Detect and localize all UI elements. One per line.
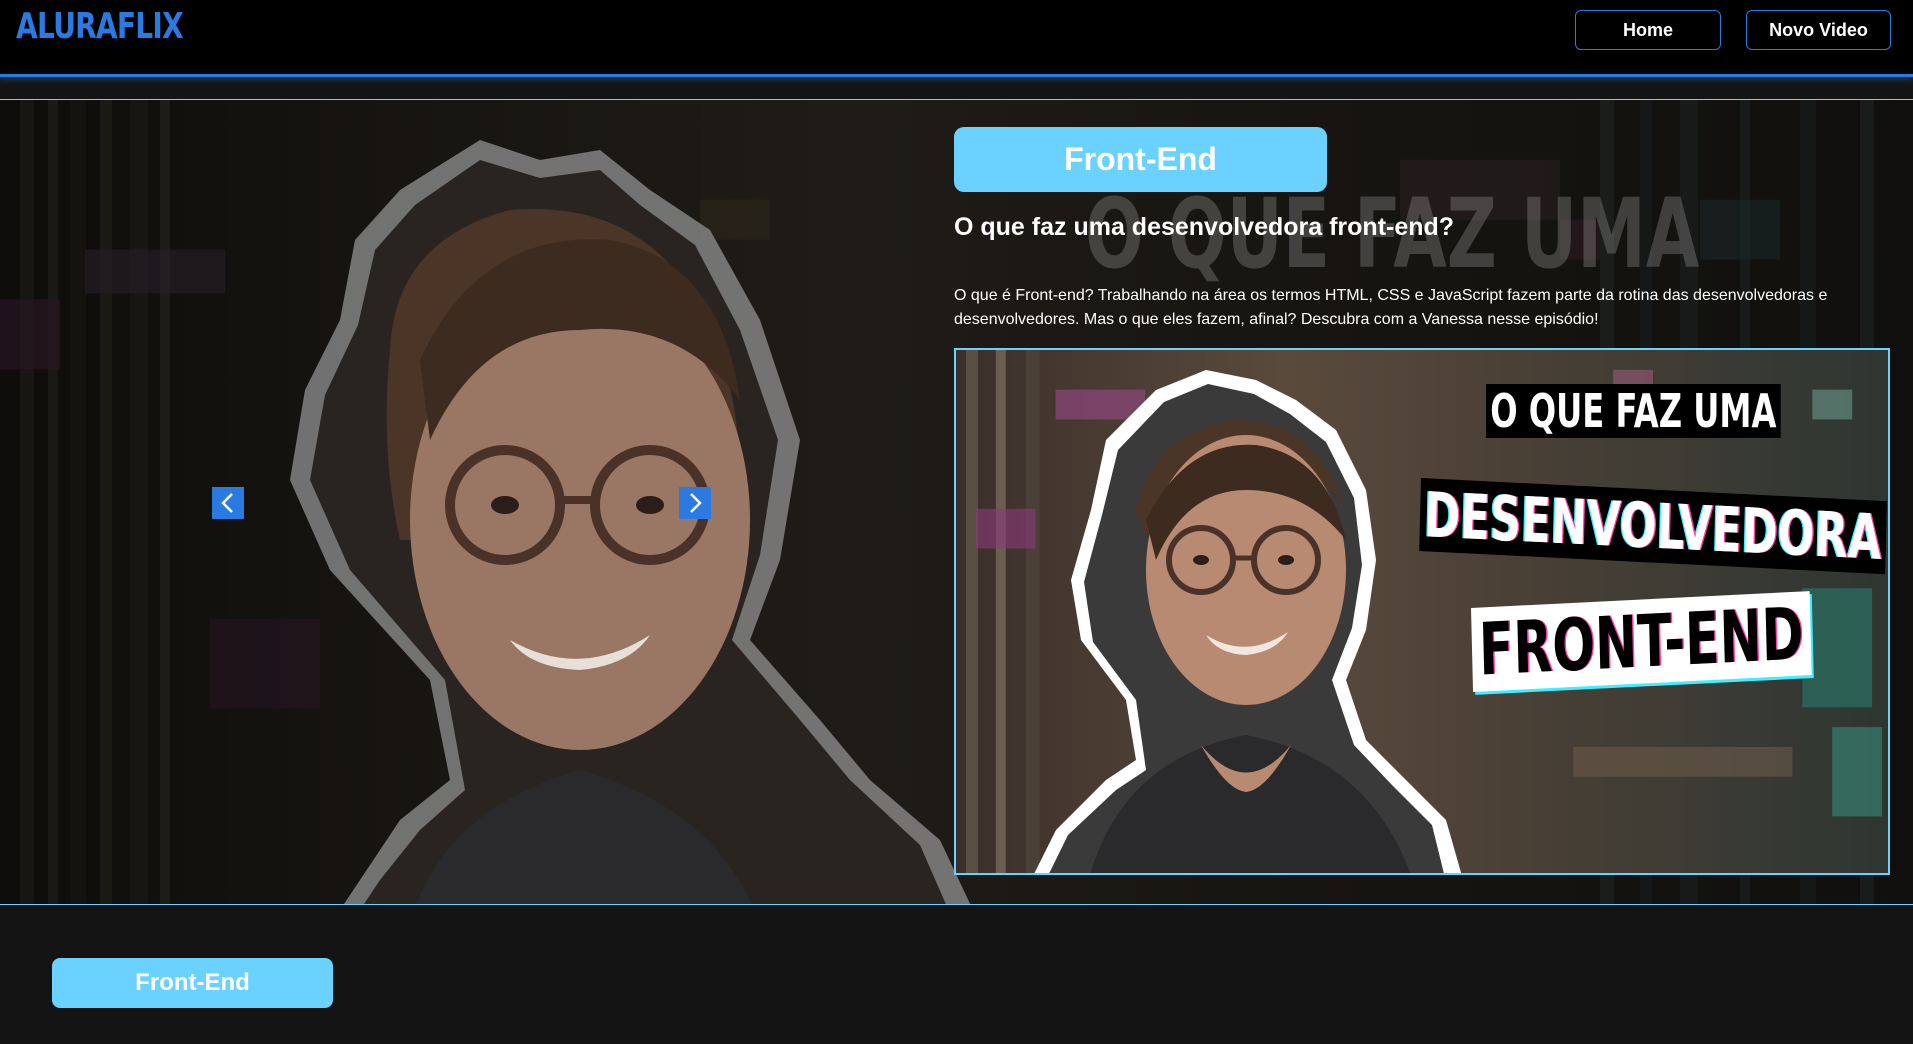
carousel-next-button[interactable] — [679, 487, 711, 519]
header-divider — [0, 74, 1913, 77]
thumbnail-title-line1: O QUE FAZ UMA — [1486, 384, 1781, 438]
home-button[interactable]: Home — [1575, 10, 1721, 50]
aluraflix-logo[interactable]: ALURAFLIX — [16, 6, 184, 47]
video-title: O que faz uma desenvolvedora front-end? — [954, 213, 1455, 241]
top-navbar: ALURAFLIX Home Novo Video — [0, 0, 1913, 74]
video-description: O que é Front-end? Trabalhando na área o… — [954, 287, 1828, 328]
category-badge[interactable]: Front-End — [954, 127, 1327, 192]
hero-banner: O QUE FAZ UMA Front-End O que faz uma de… — [0, 99, 1913, 905]
thumbnail-title-line3: FRONT-END — [1471, 591, 1812, 692]
chevron-left-icon — [221, 493, 233, 513]
chevron-right-icon — [690, 493, 702, 513]
thumbnail-presenter-image — [1034, 370, 1462, 873]
video-thumbnail[interactable]: O QUE FAZ UMA DESENVOLVEDORA FRONT-END — [954, 348, 1890, 875]
section-category-badge[interactable]: Front-End — [52, 958, 333, 1008]
carousel-prev-button[interactable] — [212, 487, 244, 519]
new-video-button[interactable]: Novo Video — [1746, 10, 1891, 50]
hero-presenter-image — [290, 140, 971, 904]
